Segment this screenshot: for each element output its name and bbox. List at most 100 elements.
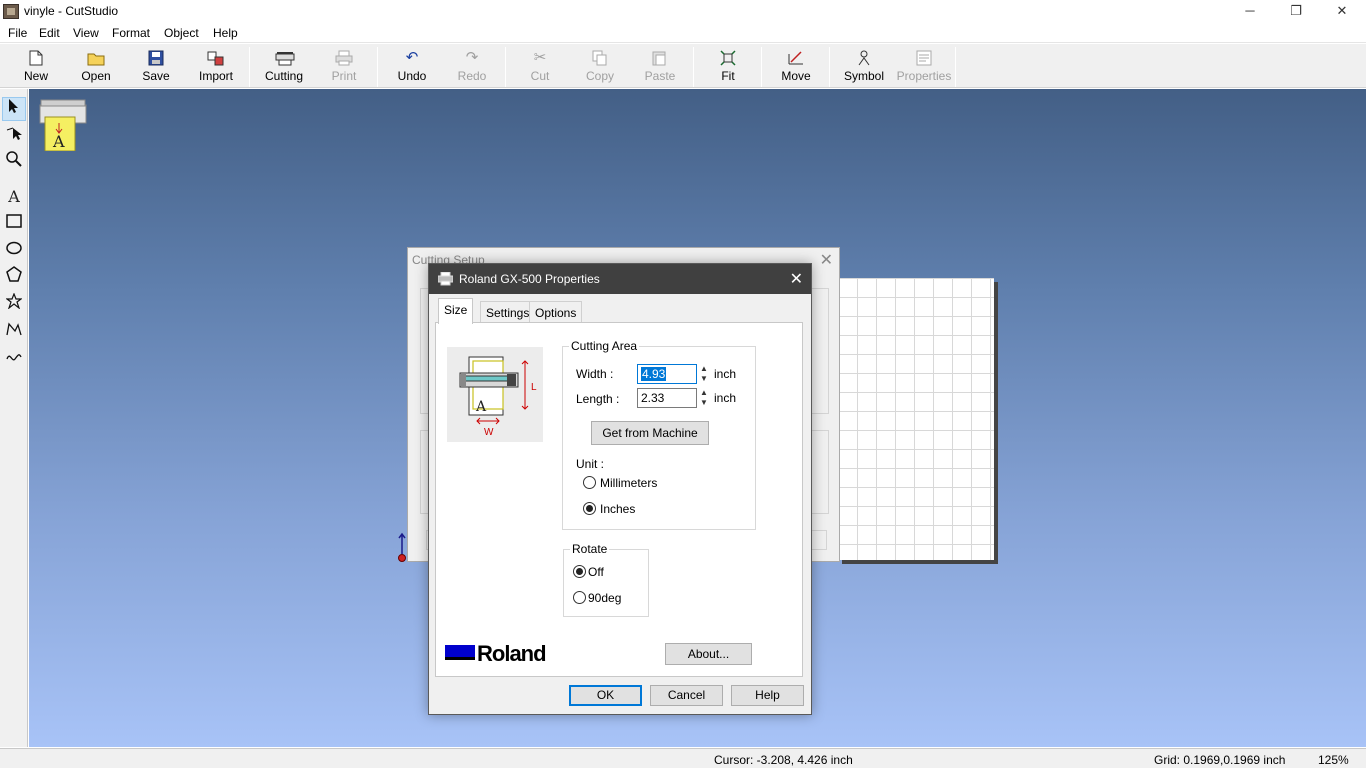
open-label: Open (81, 69, 111, 83)
diagram-length-label: L (531, 382, 537, 393)
symbol-person-icon (855, 50, 873, 66)
origin-marker-icon (397, 532, 407, 562)
cutting-setup-close-icon[interactable]: ✕ (820, 250, 833, 270)
width-spinner[interactable]: ▲ ▼ (698, 364, 710, 384)
polyline-icon[interactable] (2, 320, 26, 344)
import-label: Import (198, 69, 233, 83)
scissors-icon: ✂ (533, 49, 547, 66)
paste-button[interactable]: Paste (631, 47, 689, 87)
copy-button[interactable]: Copy (571, 47, 629, 87)
close-button[interactable]: ✕ (1319, 0, 1365, 23)
move-button[interactable]: Move (767, 47, 825, 87)
save-button[interactable]: Save (127, 47, 185, 87)
svg-text:A: A (52, 132, 65, 151)
ok-button[interactable]: OK (569, 685, 642, 706)
ellipse-icon[interactable] (2, 239, 26, 263)
inches-radio[interactable] (583, 502, 596, 515)
restore-button[interactable]: ❐ (1273, 0, 1319, 23)
tab-settings[interactable]: Settings (480, 301, 536, 323)
about-button[interactable]: About... (665, 643, 752, 665)
menu-file[interactable]: File (8, 26, 27, 40)
new-label: New (23, 69, 48, 83)
toolbar-separator (249, 47, 250, 87)
toolbar-separator (761, 47, 762, 87)
paste-icon (651, 50, 669, 66)
roland-logo: Roland (445, 641, 555, 666)
import-button[interactable]: Import (187, 47, 245, 87)
curve-icon[interactable] (2, 347, 26, 371)
length-spinner[interactable]: ▲ ▼ (698, 388, 710, 408)
length-unit: inch (714, 391, 737, 405)
menu-help[interactable]: Help (213, 26, 238, 40)
open-button[interactable]: Open (67, 47, 125, 87)
cut-button[interactable]: ✂ Cut (511, 47, 569, 87)
cancel-button[interactable]: Cancel (650, 685, 723, 706)
move-icon (787, 50, 805, 66)
roland-logo-text: Roland (477, 641, 547, 666)
printer-icon (335, 50, 353, 66)
toolbar-separator (505, 47, 506, 87)
cutter-machine-icon[interactable]: A (39, 97, 87, 152)
rotate-off-radio[interactable] (573, 565, 586, 578)
properties-dialog: Roland GX-500 Properties ✕ Size Settings… (428, 263, 812, 715)
inches-label[interactable]: Inches (600, 502, 635, 516)
rectangle-icon[interactable] (2, 212, 26, 236)
menu-edit[interactable]: Edit (39, 26, 60, 40)
new-file-icon (27, 50, 45, 66)
cutting-button[interactable]: Cutting (255, 47, 313, 87)
open-folder-icon (87, 50, 105, 66)
redo-button[interactable]: ↷ Redo (443, 47, 501, 87)
cutting-area-group: Cutting Area Width : 4.93 ▲ ▼ inch Length… (562, 339, 756, 530)
menu-object[interactable]: Object (164, 26, 199, 40)
paste-label: Paste (644, 69, 676, 83)
symbol-button[interactable]: Symbol (835, 47, 893, 87)
move-label: Move (781, 69, 811, 83)
text-tool-icon[interactable]: A (2, 185, 26, 209)
menu-format[interactable]: Format (112, 26, 150, 40)
rotate-90deg-radio[interactable] (573, 591, 586, 604)
select-arrow-icon[interactable] (2, 97, 26, 121)
minimize-button[interactable]: ─ (1227, 0, 1273, 23)
redo-label: Redo (457, 69, 487, 83)
length-input[interactable]: 2.33 (637, 388, 697, 408)
diagram-width-label: W (484, 427, 494, 438)
get-from-machine-button[interactable]: Get from Machine (591, 421, 709, 445)
properties-button[interactable]: Properties (895, 47, 953, 87)
star-icon[interactable] (2, 292, 26, 317)
diagram-sample-letter: A (475, 399, 487, 415)
millimeters-radio[interactable] (583, 476, 596, 489)
width-input[interactable]: 4.93 (637, 364, 697, 384)
roland-logo-bar (445, 645, 475, 660)
rotate-off-label[interactable]: Off (588, 565, 604, 579)
toolbar-separator (693, 47, 694, 87)
cutting-area-diagram: L W A (447, 347, 543, 442)
undo-button[interactable]: ↶ Undo (383, 47, 441, 87)
toolbar-separator (377, 47, 378, 87)
zoom-icon[interactable] (2, 151, 26, 175)
size-tab-panel: L W A Cutting Area Width : 4.93 ▲ ▼ inch … (435, 322, 803, 677)
import-icon (207, 50, 225, 66)
help-button[interactable]: Help (731, 685, 804, 706)
tab-options[interactable]: Options (529, 301, 583, 323)
title-bar: vinyle - CutStudio ─ ❐ ✕ (0, 0, 1366, 23)
width-label: Width : (576, 367, 614, 381)
toolbar-separator (829, 47, 830, 87)
millimeters-label[interactable]: Millimeters (600, 476, 657, 490)
save-disk-icon (147, 50, 165, 66)
rotate-90deg-label[interactable]: 90deg (588, 591, 621, 605)
print-button[interactable]: Print (315, 47, 373, 87)
fit-button[interactable]: Fit (699, 47, 757, 87)
menu-view[interactable]: View (73, 26, 99, 40)
cutting-area-label: Cutting Area (569, 339, 640, 353)
tool-palette: A (0, 89, 28, 747)
length-label: Length : (576, 392, 620, 406)
new-button[interactable]: New (7, 47, 65, 87)
tab-size[interactable]: Size (438, 298, 474, 324)
cutter-icon (275, 50, 295, 66)
status-bar: Cursor: -3.208, 4.426 inch Grid: 0.1969,… (0, 748, 1366, 768)
copy-label: Copy (585, 69, 614, 83)
cut-label: Cut (530, 69, 550, 83)
edit-points-icon[interactable] (2, 124, 26, 148)
properties-close-icon[interactable]: ✕ (790, 269, 803, 289)
polygon-icon[interactable] (2, 266, 26, 290)
